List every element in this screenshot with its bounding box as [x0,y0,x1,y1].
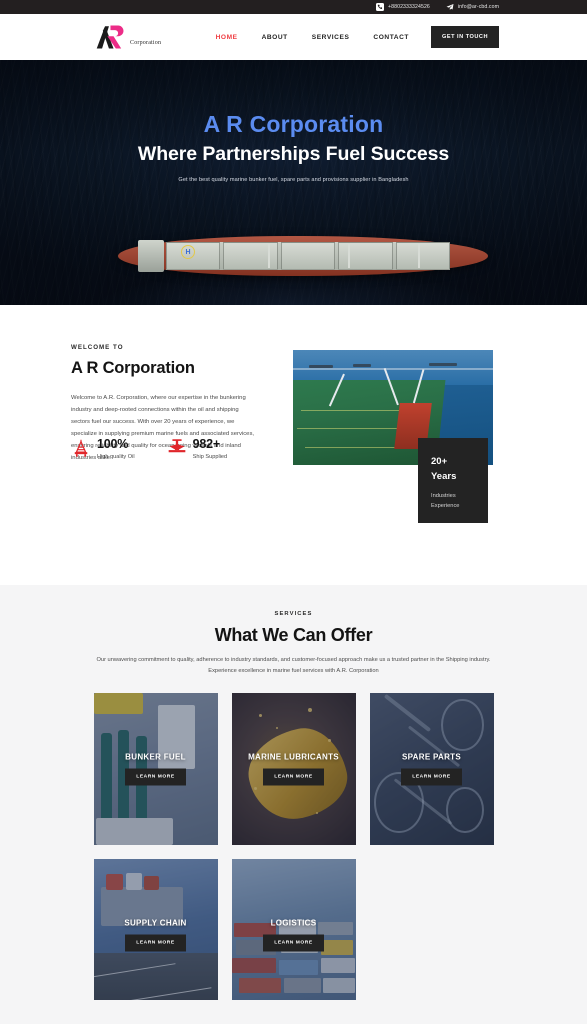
hero-subtitle: Where Partnerships Fuel Success [137,142,450,165]
site-header: Corporation HOME ABOUT SERVICES CONTACT … [0,14,587,60]
cargo-hatch [338,242,393,270]
service-card-marine-lubricants[interactable]: MARINE LUBRICANTS LEARN MORE [231,693,356,846]
logo[interactable]: Corporation [95,24,161,50]
stat-text: 100% High quality Oil [97,435,135,460]
services-description: Our unwavering commitment to quality, ad… [96,657,491,675]
top-contact-bar: +8802333324526 info@ar-cbd.com [0,0,587,14]
card-title: BUNKER FUEL [125,752,186,762]
cargo-hatch [395,242,451,270]
ar-monogram-logo [95,24,129,50]
service-card-supply-chain[interactable]: SUPPLY CHAIN LEARN MORE [93,859,218,1012]
services-section: SERVICES What We Can Offer Our unwaverin… [0,585,587,1024]
distant-ship [429,362,457,366]
card-content: BUNKER FUEL LEARN MORE [94,753,218,786]
stat-label: High quality Oil [97,454,135,460]
phone-number: +8802333324526 [387,4,430,10]
stat-value: 100% [97,437,129,451]
badge-number: 20+ [431,456,448,467]
stat-ship-supplied: 982+ Ship Supplied [167,435,228,460]
learn-more-button[interactable]: LEARN MORE [401,768,462,786]
hero-content: A R Corporation Where Partnerships Fuel … [0,111,587,184]
card-title: SUPPLY CHAIN [124,918,187,928]
experience-badge: 20+ Years Industries Experience [418,438,488,523]
card-content: LOGISTICS LEARN MORE [232,919,356,952]
badge-caption-line1: Industries [431,493,456,500]
services-eyebrow: SERVICES [274,611,313,617]
card-content: MARINE LUBRICANTS LEARN MORE [232,753,356,786]
cargo-ship-graphic: H [118,236,488,276]
topbar-phone[interactable]: +8802333324526 [375,3,430,11]
ship-bridge [138,240,164,272]
card-content: SUPPLY CHAIN LEARN MORE [94,919,218,952]
card-content: SPARE PARTS LEARN MORE [370,753,494,786]
oil-rig-icon [71,438,91,458]
ship-mast [348,244,350,268]
helipad-marker: H [181,245,195,259]
card-title: LOGISTICS [270,918,317,928]
ship-mast [268,244,270,268]
service-card-logistics[interactable]: LOGISTICS LEARN MORE [231,859,356,1012]
hero-section: H A R Corporation Where Partnerships Fue… [0,60,587,305]
stat-label: Ship Supplied [192,454,228,460]
hero-ship-illustration: H [0,226,587,288]
about-stats: 100% High quality Oil 982+ Ship Supplied [71,435,227,460]
card-title: MARINE LUBRICANTS [248,752,339,762]
services-heading: What We Can Offer [214,625,373,645]
logo-wordmark: Corporation [130,40,162,46]
stat-text: 982+ Ship Supplied [193,435,228,460]
learn-more-button[interactable]: LEARN MORE [263,934,324,952]
deck-marking [305,446,405,448]
stat-high-quality-oil: 100% High quality Oil [71,435,135,460]
service-card-bunker-fuel[interactable]: BUNKER FUEL LEARN MORE [93,693,218,846]
section-bottom-fade [0,1000,587,1024]
services-header: SERVICES What We Can Offer Our unwaverin… [0,585,587,677]
card-title: SPARE PARTS [401,752,461,762]
badge-caption-line2: Experience [431,502,460,509]
distant-ship [309,364,333,368]
horizon-line [293,368,493,370]
nav-item-services[interactable]: SERVICES [300,34,362,41]
stat-value: 982+ [192,437,221,451]
phone-icon [375,3,384,11]
email-address: info@ar-cbd.com [457,4,499,10]
hero-description: Get the best quality marine bunker fuel,… [178,177,409,184]
get-in-touch-button[interactable]: GET IN TOUCH [431,26,499,48]
services-grid: BUNKER FUEL LEARN MORE MARINE LUBRICANTS [93,693,494,1012]
cargo-hatch [280,242,336,270]
hero-title: A R Corporation [203,111,384,137]
valve-icon [167,438,187,458]
paper-plane-icon [446,3,454,11]
nav-item-about[interactable]: ABOUT [250,34,300,41]
topbar-email[interactable]: info@ar-cbd.com [446,3,499,11]
nav-item-contact[interactable]: CONTACT [361,34,421,41]
learn-more-button[interactable]: LEARN MORE [263,768,324,786]
nav-item-home[interactable]: HOME [204,34,250,41]
about-eyebrow: WELCOME TO [71,344,124,351]
learn-more-button[interactable]: LEARN MORE [125,934,186,952]
service-card-spare-parts[interactable]: SPARE PARTS LEARN MORE [369,693,494,846]
deck-marking [301,409,411,411]
ship-deck [166,242,451,270]
badge-unit: Years [431,470,457,482]
distant-ship [353,363,371,367]
about-heading: A R Corporation [71,359,195,377]
page-root: +8802333324526 info@ar-cbd.com Corporati… [0,0,587,1024]
main-nav: HOME ABOUT SERVICES CONTACT GET IN TOUCH [204,26,499,48]
learn-more-button[interactable]: LEARN MORE [125,768,186,786]
ship-mast [418,244,420,268]
